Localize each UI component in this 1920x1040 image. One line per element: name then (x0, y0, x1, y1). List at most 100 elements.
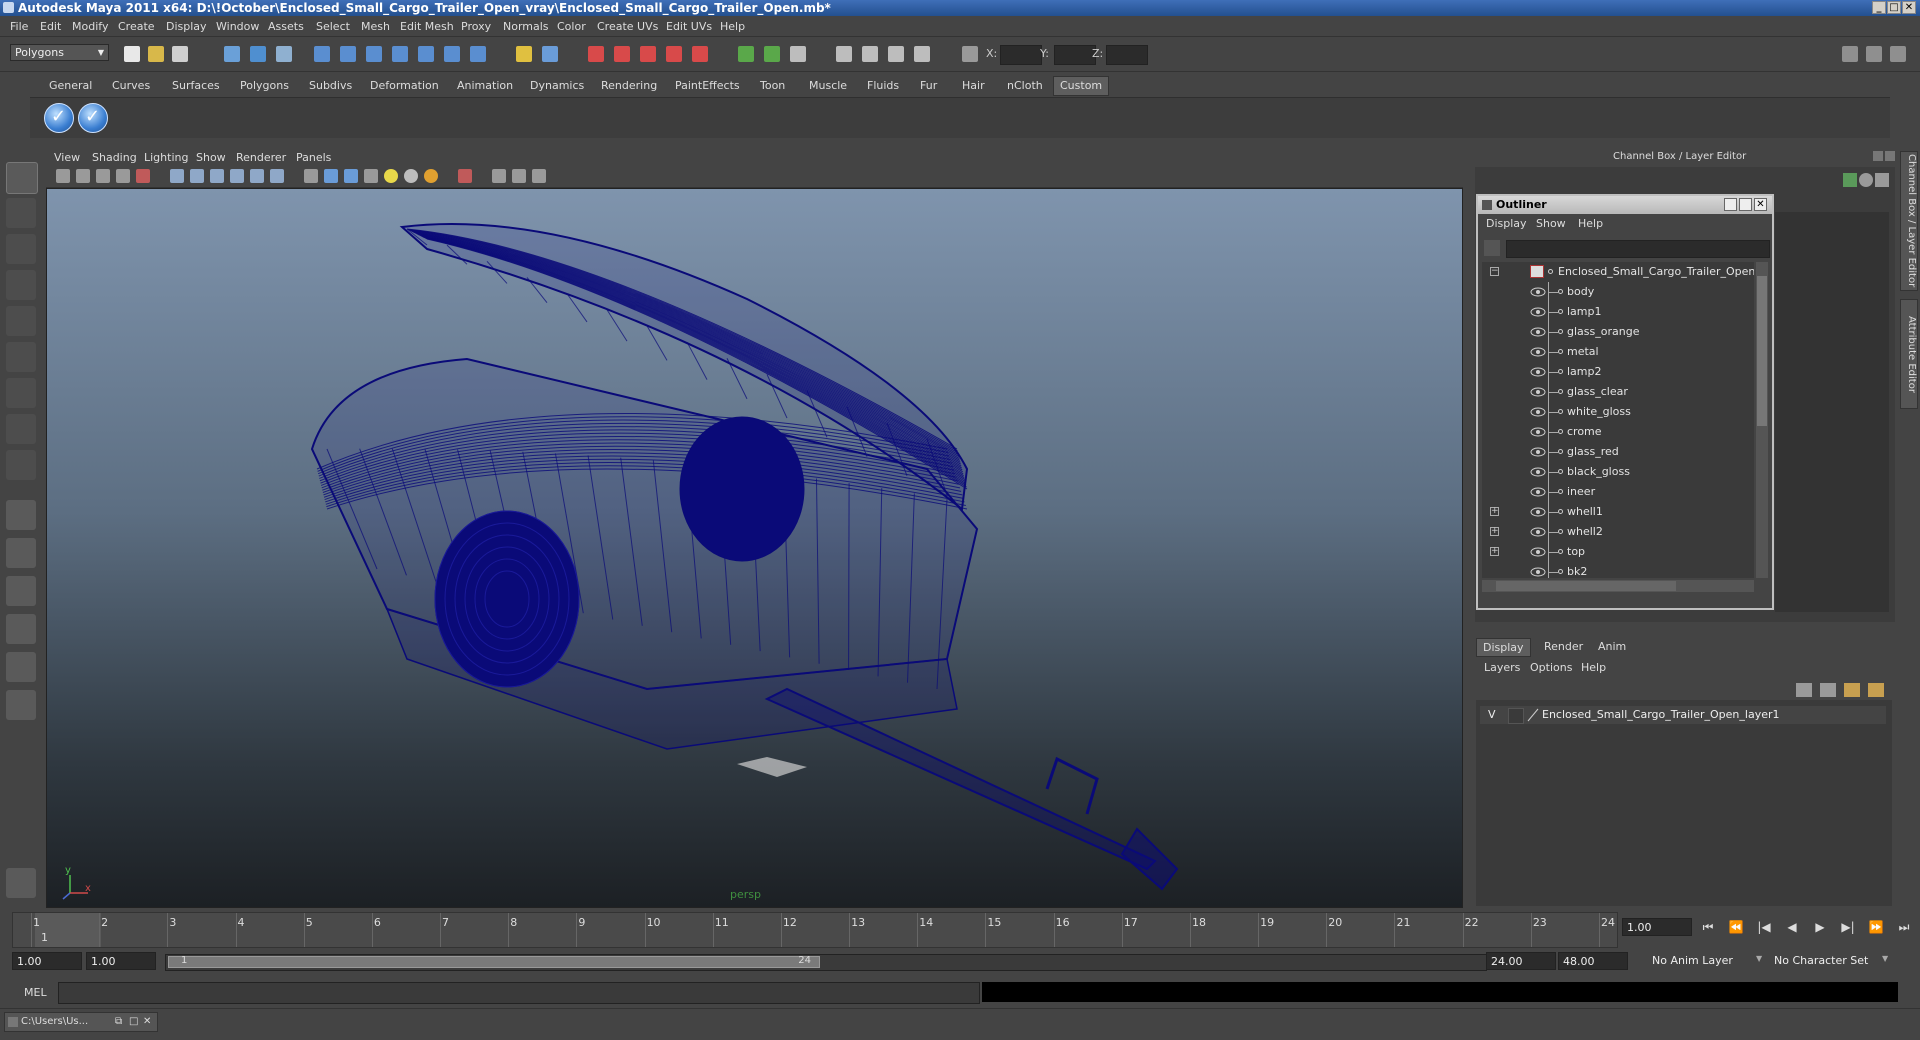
perspective-viewport[interactable]: y x (46, 188, 1463, 908)
layer-tab-display[interactable]: Display (1476, 638, 1531, 657)
shelf-tab-subdivs[interactable]: Subdivs (309, 77, 352, 95)
go-to-start-icon[interactable]: ⏮ (1700, 920, 1716, 936)
viewport-menu-renderer[interactable]: Renderer (236, 151, 286, 164)
outliner-hscroll-thumb[interactable] (1496, 581, 1676, 591)
menu-window[interactable]: Window (216, 20, 259, 33)
menu-select[interactable]: Select (316, 20, 350, 33)
maximize-button[interactable]: □ (1887, 1, 1901, 14)
wireframe-icon[interactable] (304, 169, 318, 183)
layer-visibility-toggle[interactable]: V (1488, 708, 1496, 721)
pin-icon[interactable] (1875, 173, 1889, 187)
snap-point-icon[interactable] (366, 46, 382, 62)
time-slider[interactable]: 1 1 2 3 4 5 6 7 8 9 10 11 12 13 14 15 16 17 18 19 20 21 22 23 2… (12, 912, 1618, 948)
outliner-close-button[interactable]: ✕ (1754, 198, 1767, 211)
outliner-vertical-scrollbar[interactable] (1756, 262, 1768, 578)
snap-surface-icon[interactable] (418, 46, 434, 62)
transform-mode-icon[interactable] (962, 46, 978, 62)
outliner-minimize-button[interactable] (1724, 198, 1737, 211)
play-forwards-icon[interactable]: ▶ (1812, 920, 1828, 936)
step-forward-icon[interactable]: ⏩ (1868, 920, 1884, 936)
outliner-item[interactable]: glass_orange (1482, 322, 1754, 342)
select-component-icon[interactable] (276, 46, 292, 62)
outliner-maximize-button[interactable] (1739, 198, 1752, 211)
film-gate-icon[interactable] (190, 169, 204, 183)
output-ops-icon[interactable] (764, 46, 780, 62)
menu-edit-mesh[interactable]: Edit Mesh (400, 20, 454, 33)
render-view-icon[interactable] (692, 46, 708, 62)
render-icon[interactable] (588, 46, 604, 62)
outliner-item[interactable]: crome (1482, 422, 1754, 442)
outliner-item[interactable]: lamp2 (1482, 362, 1754, 382)
viewport-menu-panels[interactable]: Panels (296, 151, 331, 164)
outliner-item[interactable]: black_gloss (1482, 462, 1754, 482)
menu-normals[interactable]: Normals (503, 20, 549, 33)
last-tool-icon[interactable] (6, 450, 36, 480)
menu-create[interactable]: Create (118, 20, 155, 33)
outliner-item[interactable]: glass_red (1482, 442, 1754, 462)
start-time-input[interactable]: 1.00 (12, 952, 82, 970)
channel-ops-icon[interactable] (790, 46, 806, 62)
manipulator-tool-icon[interactable] (6, 378, 36, 408)
input-ops-icon[interactable] (738, 46, 754, 62)
x-input[interactable] (1000, 45, 1042, 65)
paint-select-tool-icon[interactable] (6, 234, 36, 264)
shelf-tab-muscle[interactable]: Muscle (809, 77, 847, 95)
save-scene-icon[interactable] (172, 46, 188, 62)
wireframe-on-shaded-icon[interactable] (344, 169, 358, 183)
y-input[interactable] (1054, 45, 1096, 65)
outliner-item[interactable]: glass_clear (1482, 382, 1754, 402)
outliner-item[interactable]: metal (1482, 342, 1754, 362)
outliner-item[interactable]: bk2 (1482, 562, 1754, 578)
expand-icon[interactable]: + (1490, 507, 1499, 516)
close-icon[interactable]: ✕ (143, 1013, 151, 1031)
layer-tab-render[interactable]: Render (1538, 638, 1589, 655)
command-language-label[interactable]: MEL (24, 986, 47, 999)
render-settings-icon[interactable] (640, 46, 656, 62)
lasso-tool-icon[interactable] (6, 198, 36, 228)
shelf-tab-fur[interactable]: Fur (920, 77, 937, 95)
menu-modify[interactable]: Modify (72, 20, 108, 33)
custom-check-button-2[interactable]: ✓ (78, 103, 108, 133)
outliner-item[interactable]: ineer (1482, 482, 1754, 502)
show-layer-icon[interactable] (914, 46, 930, 62)
playback-end-input[interactable]: 24.00 (1486, 952, 1556, 970)
frame-all-icon[interactable] (136, 169, 150, 183)
image-plane-icon[interactable] (116, 169, 130, 183)
shelf-tab-curves[interactable]: Curves (112, 77, 150, 95)
custom-check-button-1[interactable]: ✓ (44, 103, 74, 133)
go-to-end-icon[interactable]: ⏭ (1896, 920, 1912, 936)
restore-icon[interactable]: ⧉ (115, 1013, 122, 1031)
snap-view-icon[interactable] (392, 46, 408, 62)
viewport-menu-lighting[interactable]: Lighting (144, 151, 188, 164)
ipr-render-icon[interactable] (614, 46, 630, 62)
outliner-item[interactable]: + whell2 (1482, 522, 1754, 542)
smooth-shade-icon[interactable] (324, 169, 338, 183)
all-lights-icon[interactable] (404, 169, 418, 183)
construction-icon[interactable] (470, 46, 486, 62)
layer-add-icon[interactable] (1844, 683, 1860, 697)
show-tool-icon[interactable] (862, 46, 878, 62)
camera-attr-icon[interactable] (76, 169, 90, 183)
history-icon[interactable] (444, 46, 460, 62)
snap-grid-icon[interactable] (314, 46, 330, 62)
layer-menu-layers[interactable]: Layers (1484, 661, 1520, 674)
layer-menu-help[interactable]: Help (1581, 661, 1606, 674)
outliner-menu-show[interactable]: Show (1536, 217, 1566, 230)
xray-icon[interactable] (458, 169, 472, 183)
current-time-input[interactable]: 1.00 (1622, 918, 1692, 936)
outliner-menu-display[interactable]: Display (1486, 217, 1527, 230)
isolate-select-icon[interactable] (492, 169, 506, 183)
float-panel-icon[interactable] (1873, 151, 1883, 161)
shelf-tab-animation[interactable]: Animation (457, 77, 513, 95)
layout-graph-icon[interactable] (6, 614, 36, 644)
toolbox-toggle-icon[interactable] (1890, 46, 1906, 62)
share-icon[interactable] (532, 169, 546, 183)
scale-tool-icon[interactable] (6, 342, 36, 372)
layer-color-swatch[interactable] (1526, 708, 1540, 722)
menu-mesh[interactable]: Mesh (361, 20, 390, 33)
open-scene-icon[interactable] (148, 46, 164, 62)
close-panel-icon[interactable] (1885, 151, 1895, 161)
side-tab-channel-box[interactable]: Channel Box / Layer Editor (1900, 151, 1918, 291)
lock-icon[interactable] (516, 46, 532, 62)
field-chart-icon[interactable] (250, 169, 264, 183)
